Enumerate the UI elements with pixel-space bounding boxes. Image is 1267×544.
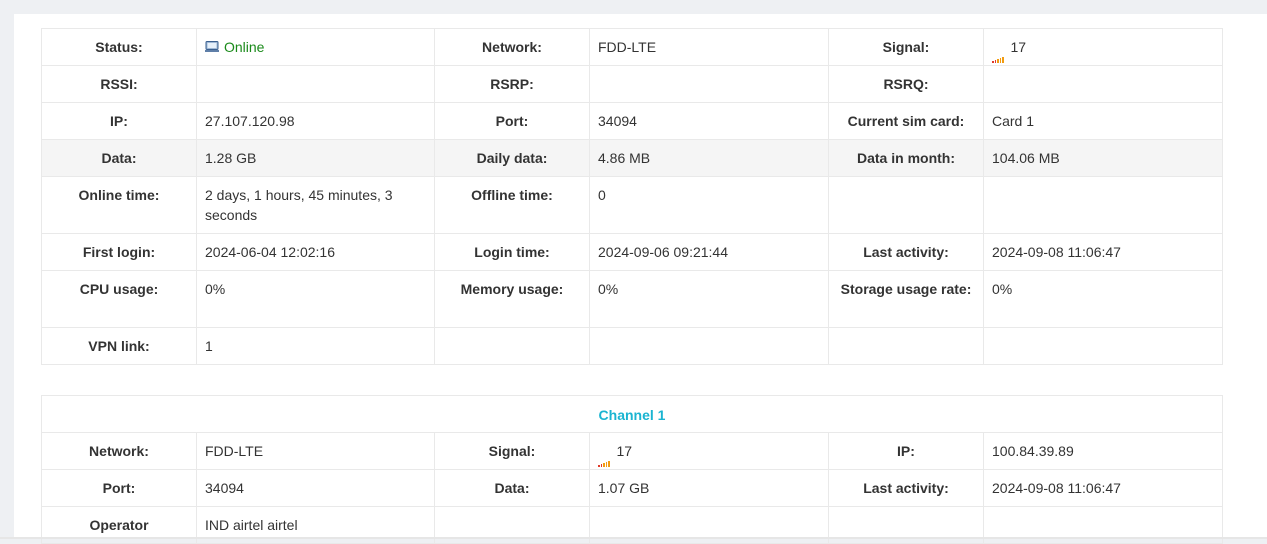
daily-data-value: 4.86 MB	[589, 139, 829, 177]
rsrp-label: RSRP:	[434, 65, 590, 103]
channel-signal-value: 17	[616, 443, 633, 459]
vpn-row: VPN link: 1	[41, 327, 1223, 365]
empty-cell	[589, 327, 829, 365]
channel-table: Channel 1 Network: FDD-LTE Signal: 17 IP…	[41, 395, 1223, 544]
last-activity-label: Last activity:	[828, 233, 984, 271]
channel-network-label: Network:	[41, 432, 197, 470]
channel-port-value: 34094	[196, 469, 435, 507]
channel-header-row: Channel 1	[41, 395, 1223, 433]
channel-ip-label: IP:	[828, 432, 984, 470]
rssi-row: RSSI: RSRP: RSRQ:	[41, 65, 1223, 103]
login-time-value: 2024-09-06 09:21:44	[589, 233, 829, 271]
status-cell: Online	[196, 28, 435, 66]
empty-cell	[434, 327, 590, 365]
ip-row: IP: 27.107.120.98 Port: 34094 Current si…	[41, 102, 1223, 140]
channel-port-label: Port:	[41, 469, 197, 507]
last-activity-value: 2024-09-08 11:06:47	[983, 233, 1223, 271]
port-value: 34094	[589, 102, 829, 140]
rsrq-label: RSRQ:	[828, 65, 984, 103]
rssi-label: RSSI:	[41, 65, 197, 103]
empty-cell	[828, 176, 984, 234]
empty-cell	[983, 176, 1223, 234]
signal-value: 17	[1010, 39, 1027, 55]
channel-ip-value: 100.84.39.89	[983, 432, 1223, 470]
data-value: 1.28 GB	[196, 139, 435, 177]
status-label: Status:	[41, 28, 197, 66]
port-label: Port:	[434, 102, 590, 140]
login-time-label: Login time:	[434, 233, 590, 271]
offline-time-value: 0	[589, 176, 829, 234]
first-login-value: 2024-06-04 12:02:16	[196, 233, 435, 271]
offline-time-label: Offline time:	[434, 176, 590, 234]
channel-data-value: 1.07 GB	[589, 469, 829, 507]
signal-bars-icon	[598, 447, 611, 467]
memory-usage-label: Memory usage:	[434, 270, 590, 328]
channel-port-row: Port: 34094 Data: 1.07 GB Last activity:…	[41, 469, 1223, 507]
device-status-table: Status: Online Network: FDD-LTE Signal: …	[41, 28, 1223, 365]
ip-label: IP:	[41, 102, 197, 140]
channel-last-activity-value: 2024-09-08 11:06:47	[983, 469, 1223, 507]
status-value: Online	[224, 39, 265, 55]
sim-card-value: Card 1	[983, 102, 1223, 140]
data-label: Data:	[41, 139, 197, 177]
login-row: First login: 2024-06-04 12:02:16 Login t…	[41, 233, 1223, 271]
network-value: FDD-LTE	[589, 28, 829, 66]
channel-title: Channel 1	[41, 395, 1223, 433]
cpu-usage-value: 0%	[196, 270, 435, 328]
memory-usage-value: 0%	[589, 270, 829, 328]
channel-last-activity-label: Last activity:	[828, 469, 984, 507]
rssi-value	[196, 65, 435, 103]
sim-card-label: Current sim card:	[828, 102, 984, 140]
computer-icon	[205, 40, 219, 52]
status-row: Status: Online Network: FDD-LTE Signal: …	[41, 28, 1223, 66]
storage-usage-label: Storage usage rate:	[828, 270, 984, 328]
channel-signal-cell: 17	[589, 432, 829, 470]
storage-usage-value: 0%	[983, 270, 1223, 328]
vpn-link-label: VPN link:	[41, 327, 197, 365]
signal-cell: 17	[983, 28, 1223, 66]
month-data-label: Data in month:	[828, 139, 984, 177]
channel-data-label: Data:	[434, 469, 590, 507]
usage-row: CPU usage: 0% Memory usage: 0% Storage u…	[41, 270, 1223, 328]
month-data-value: 104.06 MB	[983, 139, 1223, 177]
first-login-label: First login:	[41, 233, 197, 271]
vpn-link-value: 1	[196, 327, 435, 365]
network-label: Network:	[434, 28, 590, 66]
daily-data-label: Daily data:	[434, 139, 590, 177]
ip-value: 27.107.120.98	[196, 102, 435, 140]
rsrp-value	[589, 65, 829, 103]
signal-bars-icon	[992, 43, 1005, 63]
online-time-label: Online time:	[41, 176, 197, 234]
data-row: Data: 1.28 GB Daily data: 4.86 MB Data i…	[41, 139, 1223, 177]
cpu-usage-label: CPU usage:	[41, 270, 197, 328]
channel-network-row: Network: FDD-LTE Signal: 17 IP: 100.84.3…	[41, 432, 1223, 470]
channel-signal-label: Signal:	[434, 432, 590, 470]
signal-label: Signal:	[828, 28, 984, 66]
online-time-row: Online time: 2 days, 1 hours, 45 minutes…	[41, 176, 1223, 234]
empty-cell	[828, 327, 984, 365]
rsrq-value	[983, 65, 1223, 103]
channel-network-value: FDD-LTE	[196, 432, 435, 470]
empty-cell	[983, 327, 1223, 365]
online-time-value: 2 days, 1 hours, 45 minutes, 3 seconds	[196, 176, 435, 234]
